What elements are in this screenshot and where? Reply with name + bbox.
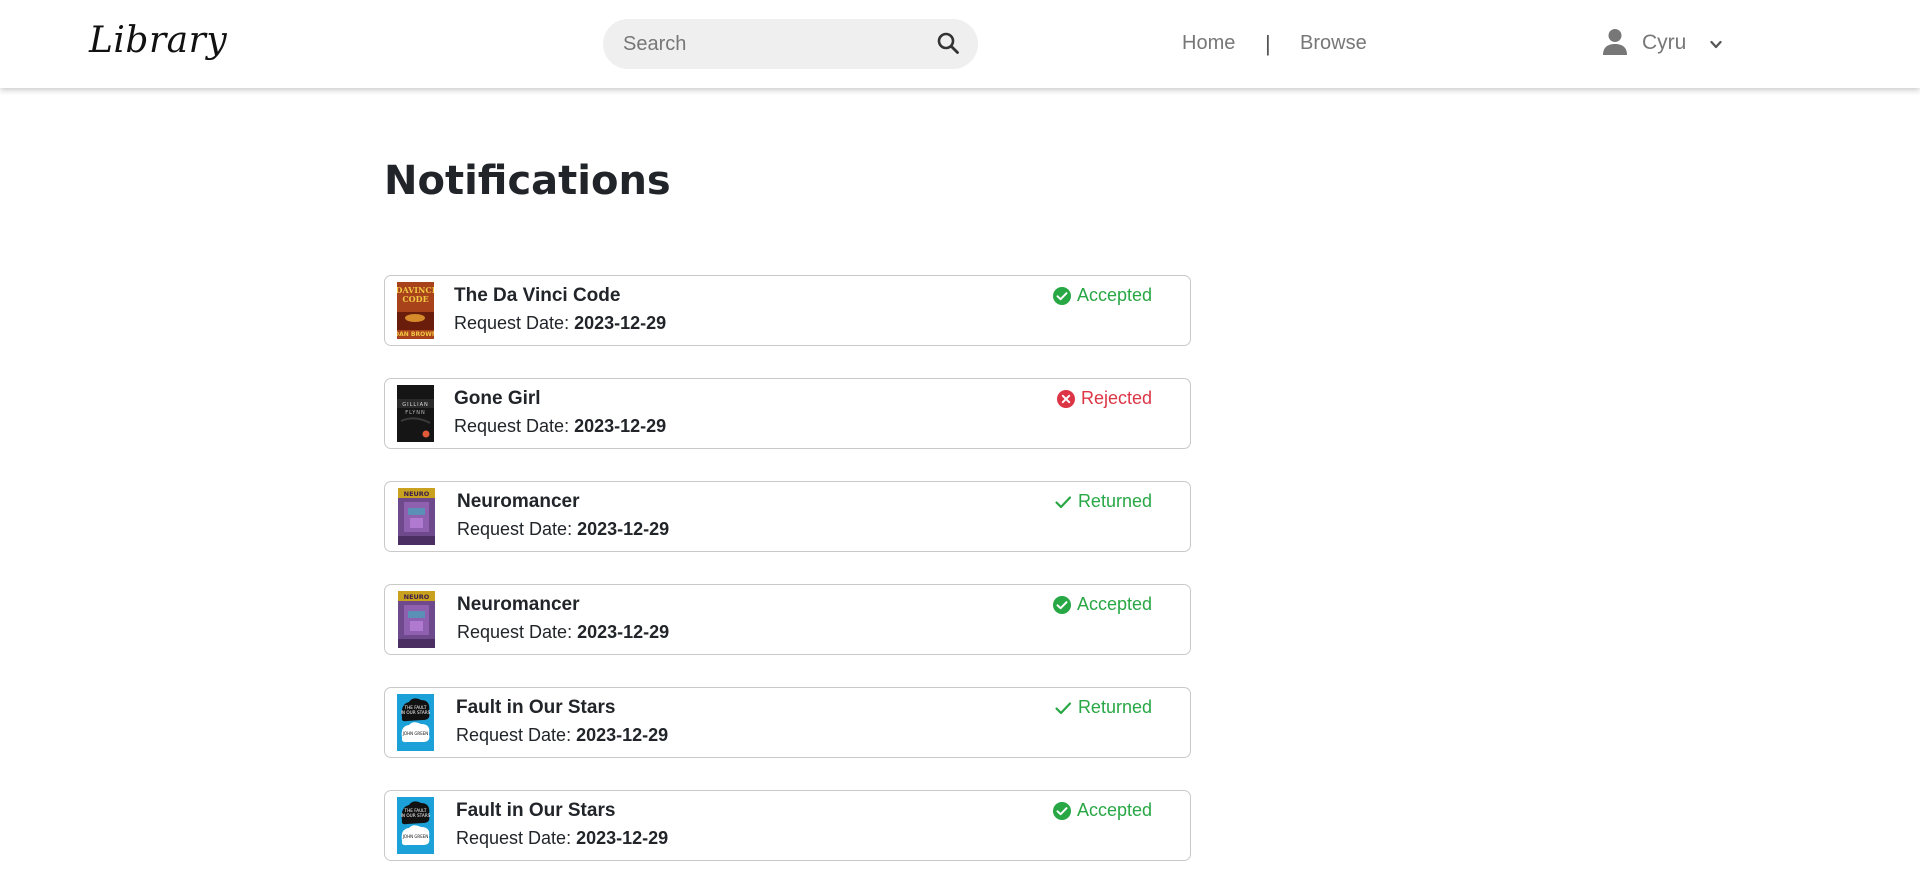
request-date: Request Date: 2023-12-29: [457, 519, 669, 540]
request-date-value: 2023-12-29: [574, 416, 667, 436]
status-label: Accepted: [1076, 285, 1152, 305]
svg-text:NEURO: NEURO: [404, 593, 430, 601]
request-date-value: 2023-12-29: [577, 622, 670, 642]
fault-in-our-stars-cover: THE FAULT IN OUR STARS JOHN GREEN: [397, 694, 434, 751]
nav-separator: |: [1265, 31, 1271, 56]
status-label: Accepted: [1076, 594, 1152, 614]
status-badge: Returned: [1054, 491, 1152, 512]
notification-card[interactable]: THE FAULT IN OUR STARS JOHN GREEN Fault …: [384, 687, 1191, 758]
request-date: Request Date: 2023-12-29: [457, 622, 669, 643]
book-title: The Da Vinci Code: [454, 285, 621, 306]
user-icon: [1602, 28, 1628, 56]
book-title: Fault in Our Stars: [456, 697, 616, 718]
notification-card[interactable]: DAVINCI CODE DAN BROWN The Da Vinci Code…: [384, 275, 1191, 346]
notification-card[interactable]: THE FAULT IN OUR STARS JOHN GREEN Fault …: [384, 790, 1191, 861]
user-name: Cyru: [1642, 31, 1687, 54]
svg-text:DAN BROWN: DAN BROWN: [397, 331, 434, 338]
nav-browse-link[interactable]: Browse: [1300, 32, 1367, 55]
request-date-label: Request Date:: [454, 416, 570, 436]
search-input[interactable]: [623, 19, 923, 69]
request-date-label: Request Date:: [456, 828, 572, 848]
request-date: Request Date: 2023-12-29: [456, 828, 668, 849]
navbar: Library Home | Browse Cyru: [0, 0, 1920, 88]
book-title: Gone Girl: [454, 388, 541, 409]
gone-girl-cover: GILLIAN FLYNN: [397, 385, 434, 442]
request-date-label: Request Date:: [456, 725, 572, 745]
search-icon[interactable]: [936, 31, 962, 57]
request-date: Request Date: 2023-12-29: [454, 416, 666, 437]
status-label: Rejected: [1080, 388, 1152, 408]
status-label: Accepted: [1076, 800, 1152, 820]
svg-text:JOHN GREEN: JOHN GREEN: [402, 834, 429, 839]
status-badge: Rejected: [1056, 388, 1152, 409]
request-date-value: 2023-12-29: [576, 828, 669, 848]
neuromancer-cover: NEURO: [398, 488, 435, 545]
book-title: Fault in Our Stars: [456, 800, 616, 821]
status-badge: Accepted: [1052, 285, 1152, 306]
request-date-label: Request Date:: [457, 622, 573, 642]
check-circle-icon: [1052, 801, 1071, 820]
svg-text:FLYNN: FLYNN: [405, 410, 426, 416]
chevron-down-icon: [1710, 37, 1722, 49]
book-title: Neuromancer: [457, 594, 580, 615]
svg-text:IN OUR STARS: IN OUR STARS: [401, 710, 431, 715]
nav-home-link[interactable]: Home: [1182, 32, 1235, 55]
check-circle-icon: [1052, 595, 1071, 614]
notification-card[interactable]: NEURO Neuromancer Request Date: 2023-12-…: [384, 481, 1191, 552]
svg-text:NEURO: NEURO: [404, 490, 430, 498]
request-date: Request Date: 2023-12-29: [454, 313, 666, 334]
book-title: Neuromancer: [457, 491, 580, 512]
check-circle-icon: [1052, 286, 1071, 305]
search-bar: [603, 19, 978, 69]
notification-card[interactable]: NEURO Neuromancer Request Date: 2023-12-…: [384, 584, 1191, 655]
check-icon: [1054, 493, 1072, 511]
page-title: Notifications: [384, 158, 671, 204]
library-logo[interactable]: Library: [89, 20, 227, 61]
request-date: Request Date: 2023-12-29: [456, 725, 668, 746]
status-badge: Returned: [1054, 697, 1152, 718]
request-date-label: Request Date:: [454, 313, 570, 333]
request-date-value: 2023-12-29: [577, 519, 670, 539]
svg-text:GILLIAN: GILLIAN: [402, 402, 429, 408]
notification-card[interactable]: GILLIAN FLYNN Gone Girl Request Date: 20…: [384, 378, 1191, 449]
status-badge: Accepted: [1052, 594, 1152, 615]
da-vinci-code-cover: DAVINCI CODE DAN BROWN: [397, 282, 434, 339]
status-badge: Accepted: [1052, 800, 1152, 821]
check-icon: [1054, 699, 1072, 717]
status-label: Returned: [1077, 697, 1152, 717]
x-circle-icon: [1056, 389, 1075, 408]
svg-text:JOHN GREEN: JOHN GREEN: [402, 731, 429, 736]
request-date-label: Request Date:: [457, 519, 573, 539]
request-date-value: 2023-12-29: [574, 313, 667, 333]
neuromancer-cover: NEURO: [398, 591, 435, 648]
status-label: Returned: [1077, 491, 1152, 511]
svg-text:IN OUR STARS: IN OUR STARS: [401, 813, 431, 818]
svg-text:CODE: CODE: [402, 294, 428, 304]
request-date-value: 2023-12-29: [576, 725, 669, 745]
fault-in-our-stars-cover: THE FAULT IN OUR STARS JOHN GREEN: [397, 797, 434, 854]
